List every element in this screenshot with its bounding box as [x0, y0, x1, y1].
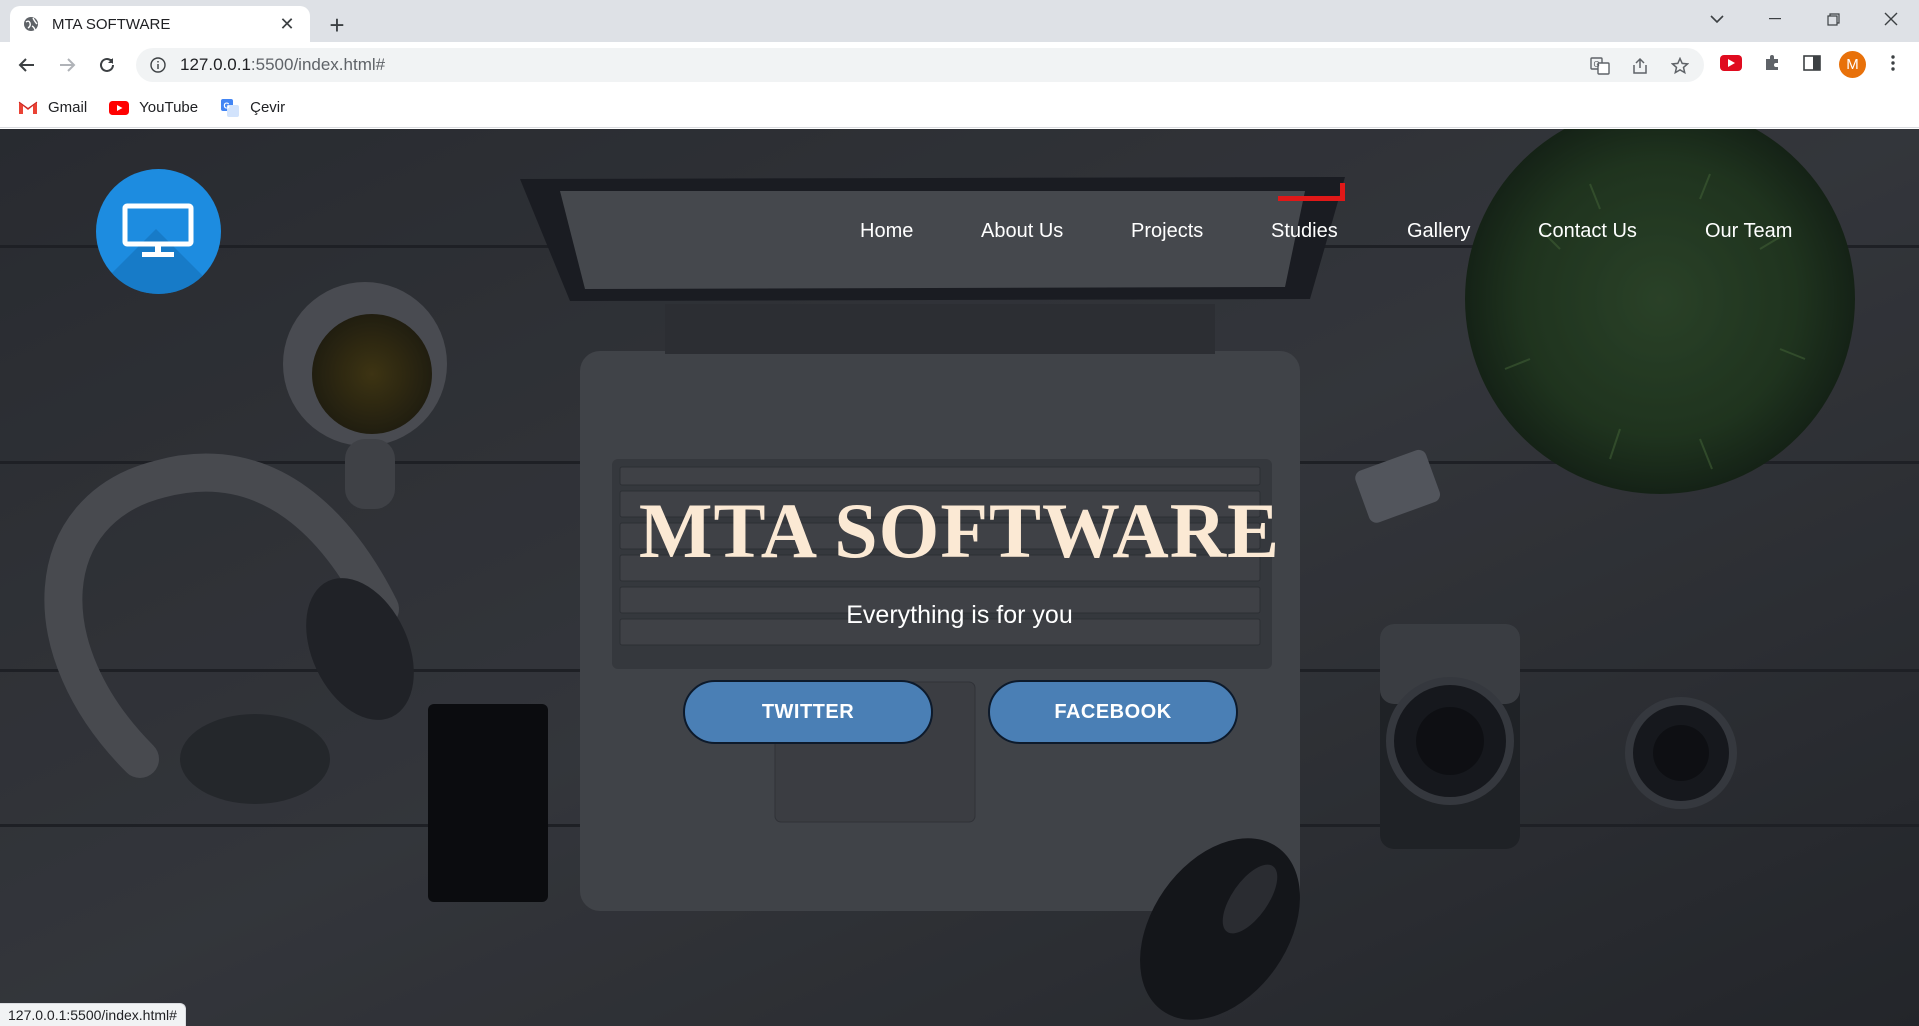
nav-contact-us[interactable]: Contact Us: [1538, 220, 1637, 243]
extensions-puzzle-icon[interactable]: [1759, 50, 1785, 76]
bookmarks-bar: Gmail YouTube G Çevir: [0, 88, 1919, 128]
hero-title: MTA SOFTWARE: [638, 487, 1281, 574]
browser-tab[interactable]: MTA SOFTWARE ✕: [10, 6, 310, 42]
globe-icon: [22, 15, 40, 33]
back-button[interactable]: [12, 50, 42, 80]
translate-icon: G: [220, 98, 240, 117]
tab-title: MTA SOFTWARE: [52, 15, 171, 33]
youtube-icon: [109, 100, 130, 116]
translate-page-icon[interactable]: G: [1590, 56, 1610, 76]
youtube-extension-icon[interactable]: [1718, 50, 1744, 76]
url-text: 127.0.0.1:5500/index.html#: [180, 55, 386, 74]
new-tab-button[interactable]: +: [322, 10, 352, 40]
nav-studies[interactable]: Studies: [1271, 220, 1338, 243]
nav-home[interactable]: Home: [860, 220, 913, 243]
tab-search-icon[interactable]: [1694, 0, 1740, 38]
site-info-icon[interactable]: [148, 55, 168, 75]
forward-button[interactable]: [52, 50, 82, 80]
tab-strip: MTA SOFTWARE ✕ +: [0, 0, 1919, 42]
profile-avatar[interactable]: M: [1839, 51, 1866, 78]
nav-projects[interactable]: Projects: [1131, 220, 1203, 243]
status-bar-url: 127.0.0.1:5500/index.html#: [0, 1003, 186, 1026]
nav-about-us[interactable]: About Us: [981, 220, 1063, 243]
page-viewport: Home About Us Projects Studies Gallery C…: [0, 129, 1919, 1026]
svg-text:G: G: [224, 101, 230, 110]
nav-gallery[interactable]: Gallery: [1407, 220, 1470, 243]
bookmark-star-icon[interactable]: [1670, 56, 1690, 76]
bookmark-gmail[interactable]: Gmail: [18, 99, 87, 116]
hero-subtitle: Everything is for you: [846, 601, 1073, 629]
close-tab-icon[interactable]: ✕: [276, 13, 298, 35]
bookmark-label: Çevir: [250, 99, 286, 116]
active-nav-indicator-edge: [1340, 183, 1345, 201]
minimize-button[interactable]: [1752, 0, 1798, 38]
reload-button[interactable]: [92, 50, 122, 80]
side-panel-icon[interactable]: [1799, 50, 1825, 76]
bookmark-label: Gmail: [48, 99, 88, 116]
facebook-button[interactable]: FACEBOOK: [988, 680, 1238, 744]
svg-text:G: G: [1594, 60, 1600, 69]
bookmark-youtube[interactable]: YouTube: [109, 99, 198, 116]
bookmark-cevir[interactable]: G Çevir: [220, 98, 286, 117]
bookmark-label: YouTube: [139, 99, 199, 116]
browser-menu-icon[interactable]: [1880, 50, 1906, 76]
restore-button[interactable]: [1810, 0, 1856, 38]
main-nav: Home About Us Projects Studies Gallery C…: [0, 129, 1919, 329]
active-nav-indicator: [1278, 196, 1345, 201]
share-icon[interactable]: [1630, 56, 1650, 76]
browser-toolbar: 127.0.0.1:5500/index.html# G: [0, 42, 1919, 88]
close-window-button[interactable]: [1868, 0, 1914, 38]
gmail-icon: [18, 100, 38, 116]
nav-our-team[interactable]: Our Team: [1705, 220, 1792, 243]
address-bar[interactable]: 127.0.0.1:5500/index.html# G: [136, 48, 1704, 82]
twitter-button[interactable]: TWITTER: [683, 680, 933, 744]
